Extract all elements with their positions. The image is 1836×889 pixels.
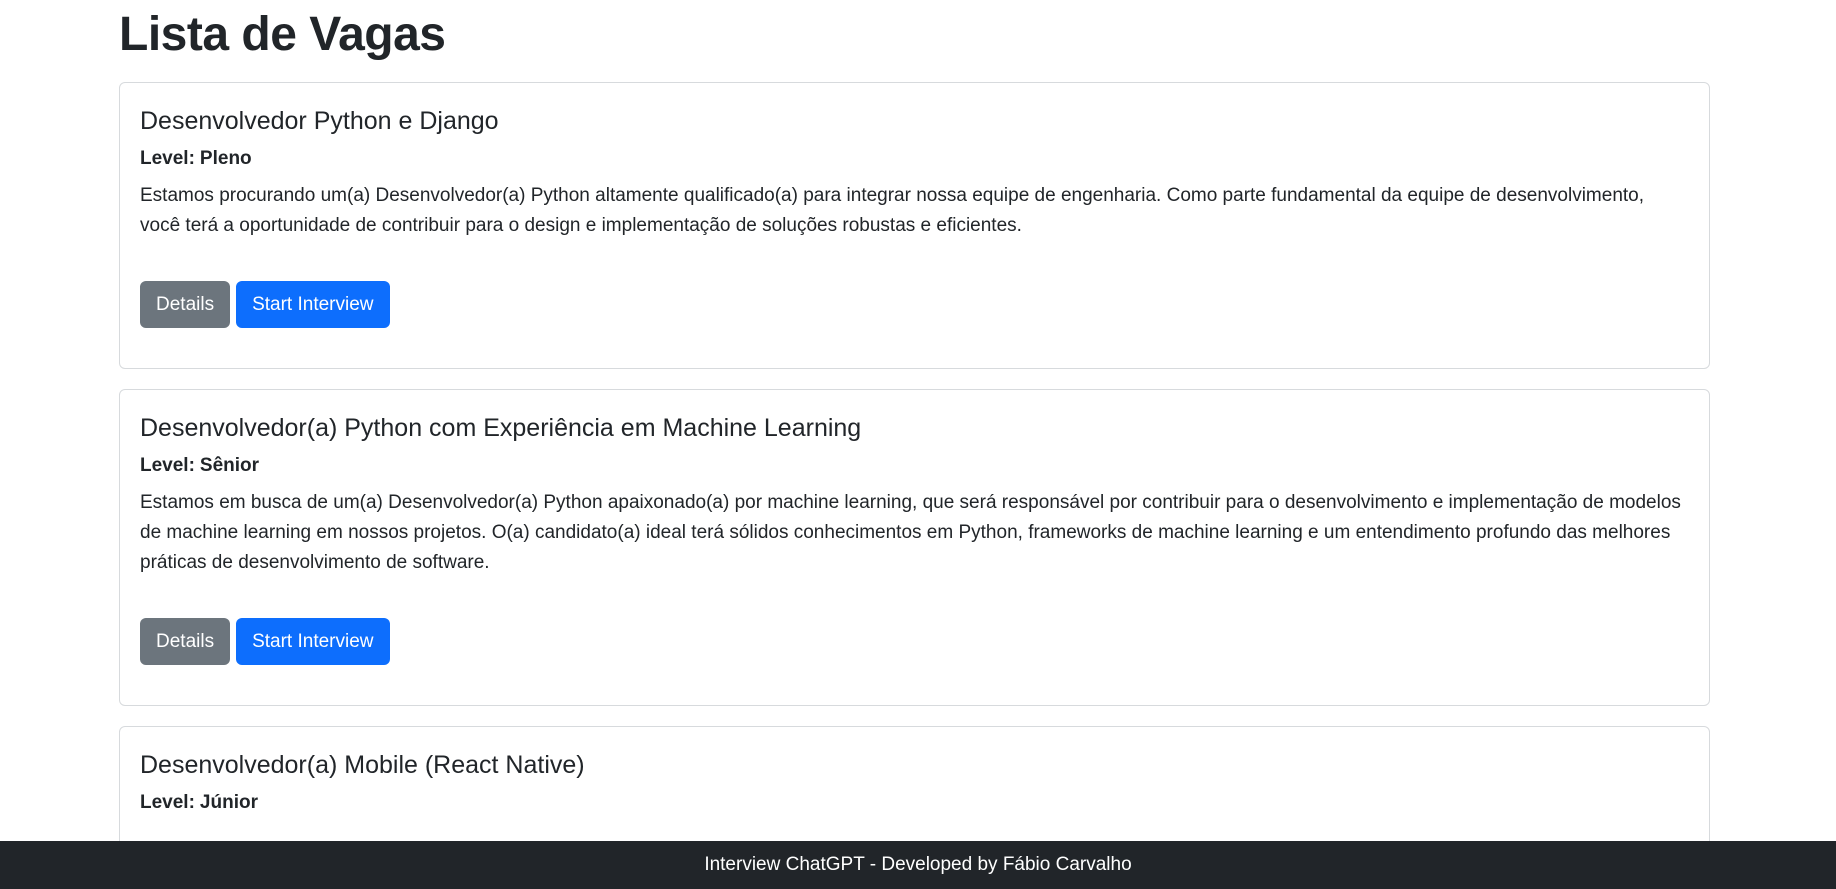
job-level: Level: Sênior [140, 454, 1689, 478]
job-description: Estamos procurando um(a) Desenvolvedor(a… [140, 185, 1645, 236]
job-level-value: Sênior [199, 455, 260, 476]
job-description: Estamos em busca de um(a) Desenvolvedor(… [140, 492, 1681, 573]
details-button[interactable]: Details [140, 281, 231, 328]
details-button[interactable]: Details [140, 618, 231, 665]
job-actions: Details Start Interview [140, 618, 1689, 705]
job-level: Level: Júnior [140, 791, 1689, 815]
footer-text: Interview ChatGPT - Developed by Fábio C… [704, 854, 1132, 875]
job-level-label: Level: [140, 148, 195, 169]
job-level-label: Level: [140, 455, 195, 476]
job-title: Desenvolvedor Python e Django [140, 107, 499, 135]
page-footer: Interview ChatGPT - Developed by Fábio C… [0, 841, 1836, 889]
job-title: Desenvolvedor(a) Mobile (React Native) [140, 751, 585, 779]
start-interview-button[interactable]: Start Interview [236, 281, 390, 328]
job-level-value: Júnior [199, 792, 258, 813]
job-card: Desenvolvedor Python e Django Level: Plen… [119, 82, 1710, 369]
job-actions: Details Start Interview [140, 281, 1689, 368]
job-level-value: Pleno [199, 148, 252, 169]
job-level: Level: Pleno [140, 147, 1689, 171]
job-card: Desenvolvedor(a) Python com Experiência … [119, 389, 1710, 706]
job-level-label: Level: [140, 792, 195, 813]
job-title: Desenvolvedor(a) Python com Experiência … [140, 414, 862, 442]
main-container: Lista de Vagas Desenvolvedor Python e Dj… [119, 0, 1710, 886]
page-title: Lista de Vagas [119, 8, 446, 61]
start-interview-button[interactable]: Start Interview [236, 618, 390, 665]
